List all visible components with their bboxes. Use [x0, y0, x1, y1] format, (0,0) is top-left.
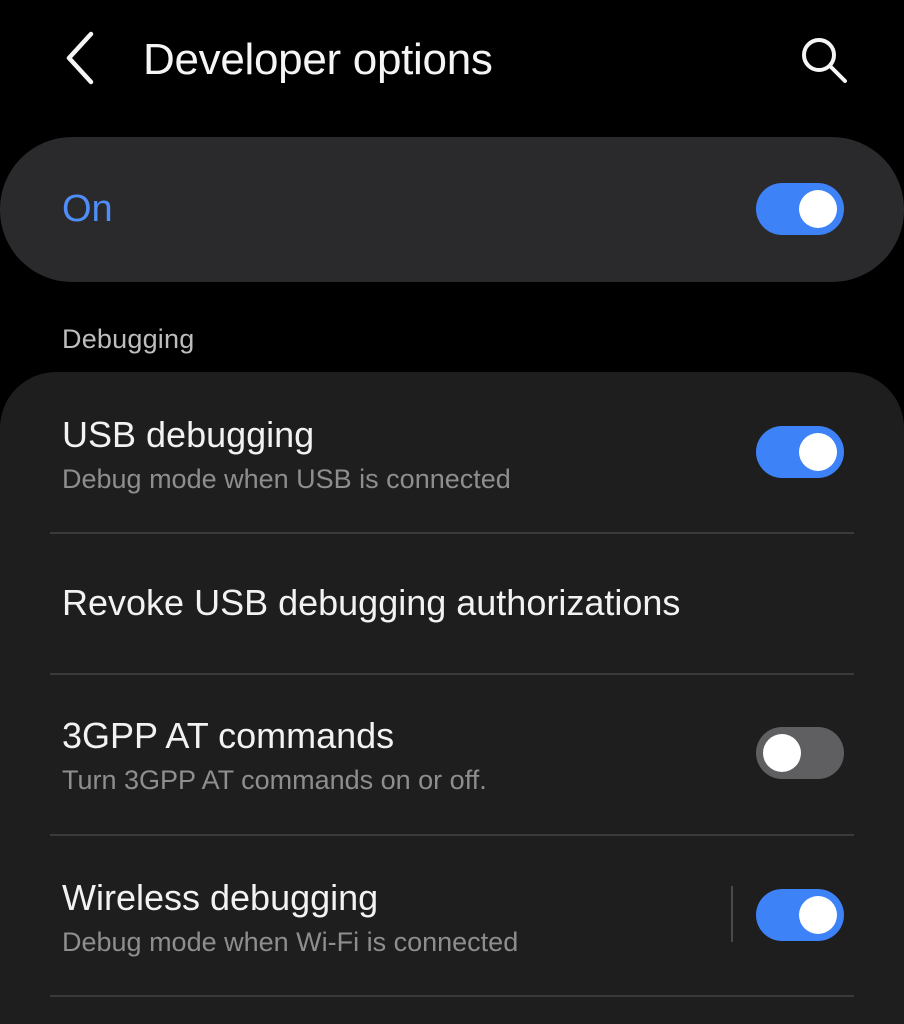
master-switch-label: On: [62, 188, 113, 230]
setting-subtitle: Debug mode when Wi-Fi is connected: [62, 927, 519, 957]
developer-options-screen: Developer options On Debugging USB debug…: [0, 0, 904, 1024]
switch-knob: [799, 433, 837, 471]
divider: [50, 995, 854, 997]
setting-3gpp-at-commands[interactable]: 3GPP AT commands Turn 3GPP AT commands o…: [0, 675, 904, 834]
setting-wireless-debugging[interactable]: Wireless debugging Debug mode when Wi-Fi…: [0, 836, 904, 996]
switch-knob: [799, 896, 837, 934]
search-button[interactable]: [792, 28, 856, 92]
switch-knob: [763, 734, 801, 772]
switch-knob: [799, 190, 837, 228]
setting-subtitle: Debug mode when USB is connected: [62, 464, 511, 494]
chevron-left-icon: [66, 31, 94, 85]
master-switch-toggle[interactable]: [756, 183, 844, 235]
vertical-separator: [731, 886, 733, 942]
setting-title: USB debugging: [62, 414, 315, 455]
section-header-debugging: Debugging: [62, 324, 195, 354]
setting-title: 3GPP AT commands: [62, 715, 395, 756]
master-switch-bar[interactable]: On: [0, 137, 904, 282]
back-button[interactable]: [52, 26, 108, 90]
search-icon: [802, 38, 847, 83]
setting-title: Revoke USB debugging authorizations: [62, 582, 681, 623]
app-bar: Developer options: [0, 0, 904, 120]
3gpp-at-commands-toggle[interactable]: [756, 727, 844, 779]
usb-debugging-toggle[interactable]: [756, 426, 844, 478]
page-title: Developer options: [143, 35, 493, 84]
setting-subtitle: Turn 3GPP AT commands on or off.: [62, 765, 487, 795]
setting-title: Wireless debugging: [62, 877, 379, 918]
setting-revoke-usb-authorizations[interactable]: Revoke USB debugging authorizations: [0, 534, 904, 673]
wireless-debugging-toggle[interactable]: [756, 889, 844, 941]
setting-usb-debugging[interactable]: USB debugging Debug mode when USB is con…: [0, 372, 904, 532]
debugging-settings-list: USB debugging Debug mode when USB is con…: [0, 372, 904, 1024]
